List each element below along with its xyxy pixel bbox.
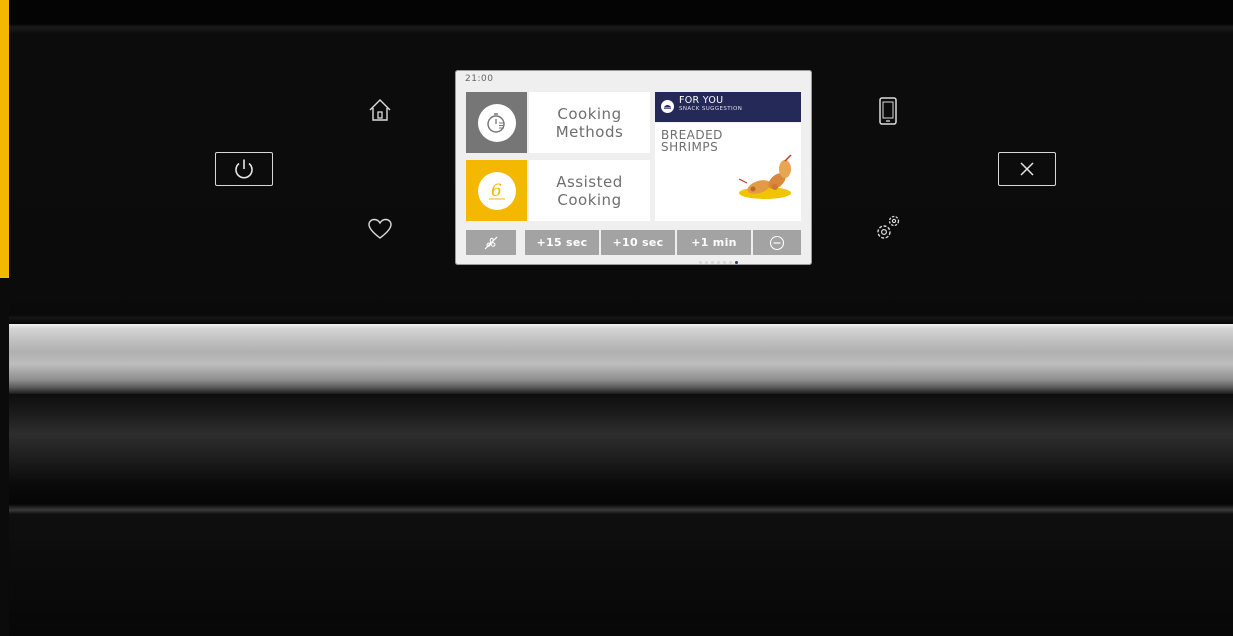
assisted-cooking-label-line2: Cooking	[557, 190, 622, 209]
fan-off-button[interactable]	[466, 230, 516, 255]
close-icon	[1019, 161, 1035, 177]
assisted-cooking-label-line1: Assisted	[556, 172, 623, 191]
promo-title: FOR YOU	[679, 95, 724, 106]
gear-icon	[872, 212, 904, 244]
cooking-methods-button[interactable]: Cooking Methods	[529, 92, 650, 153]
add-1-min-button[interactable]: +1 min	[677, 230, 751, 255]
promo-card[interactable]: BREADED SHRIMPS	[655, 123, 801, 264]
recipe-icon	[661, 100, 674, 113]
handle-shadow	[9, 394, 1233, 514]
settings-button[interactable]	[872, 212, 904, 244]
timer-icon	[485, 111, 509, 135]
carousel-dot[interactable]	[705, 261, 708, 264]
carousel-dot[interactable]	[717, 261, 720, 264]
assisted-cooking-button[interactable]: Assisted Cooking	[529, 160, 650, 221]
power-icon	[232, 157, 256, 181]
home-icon	[366, 96, 394, 124]
cooking-methods-label-line2: Methods	[555, 122, 624, 141]
promo-header[interactable]: FOR YOU SNACK SUGGESTION	[655, 92, 801, 122]
cooking-methods-label-line1: Cooking	[557, 104, 622, 123]
minus-circle-icon	[769, 235, 785, 251]
power-button[interactable]	[215, 152, 273, 186]
oven-handle	[9, 324, 1233, 394]
cancel-button[interactable]	[998, 152, 1056, 186]
add-10-sec-button[interactable]: +10 sec	[601, 230, 675, 255]
carousel-dot[interactable]	[699, 261, 702, 264]
promo-subtitle: SNACK SUGGESTION	[679, 106, 743, 112]
shrimp-image	[735, 153, 799, 207]
carousel-dot[interactable]	[723, 261, 726, 264]
remote-control-button[interactable]	[874, 95, 902, 127]
fan-off-icon	[483, 235, 499, 251]
6th-sense-icon: 6	[484, 178, 510, 204]
heart-icon	[367, 217, 393, 241]
carousel-dot-active[interactable]	[735, 261, 738, 264]
phone-icon	[877, 96, 899, 126]
brand-accent-strip	[0, 0, 9, 278]
decrease-time-button[interactable]	[753, 230, 801, 255]
home-button[interactable]	[366, 96, 394, 124]
svg-text:6: 6	[491, 181, 502, 201]
promo-recipe-name: BREADED SHRIMPS	[661, 129, 731, 153]
cooking-methods-icon-tile[interactable]	[466, 92, 527, 153]
display-screen: 21:00 Cooking Methods 6 Assisted Cooking	[455, 70, 812, 265]
clock: 21:00	[465, 74, 494, 84]
oven-door	[9, 514, 1233, 636]
carousel-dot[interactable]	[729, 261, 732, 264]
favorites-button[interactable]	[366, 216, 394, 242]
add-15-sec-button[interactable]: +15 sec	[525, 230, 599, 255]
carousel-dot[interactable]	[711, 261, 714, 264]
assisted-cooking-icon-tile[interactable]: 6	[466, 160, 527, 221]
promo-line2: SHRIMPS	[661, 140, 719, 154]
